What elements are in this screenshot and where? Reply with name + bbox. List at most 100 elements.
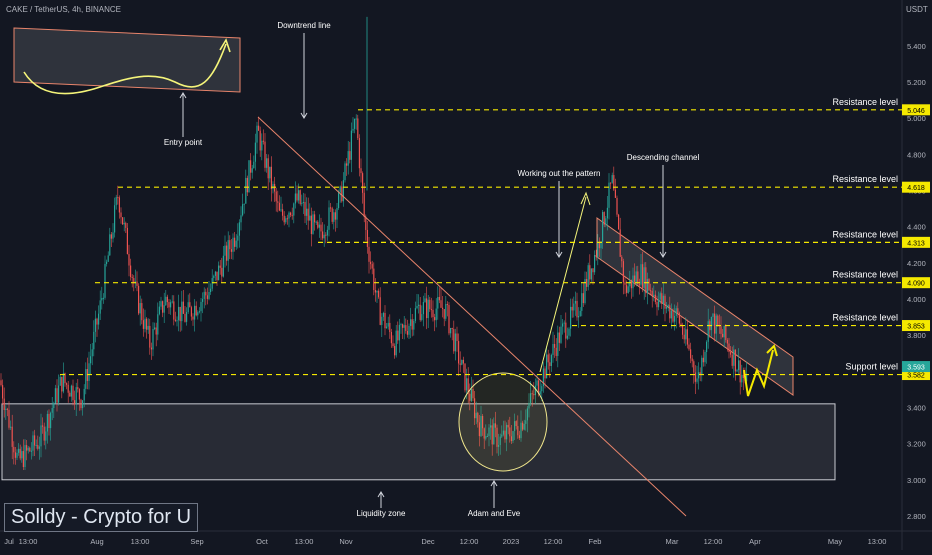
candle-body (552, 343, 554, 355)
x-tick-label: 12:00 (704, 537, 723, 546)
candle-body (566, 335, 568, 339)
candle-body (621, 256, 623, 262)
candle-body (264, 141, 266, 168)
candle-body (595, 255, 597, 257)
candle-body (698, 372, 700, 379)
candle-body (6, 408, 8, 410)
candle-body (411, 319, 413, 330)
candle-body (10, 426, 12, 428)
candle-body (230, 249, 232, 252)
x-tick-label: Aug (90, 537, 103, 546)
candle-body (293, 203, 295, 216)
candle-body (43, 426, 45, 441)
x-tick-label: May (828, 537, 842, 546)
candle-body (280, 209, 282, 211)
candle-body (397, 330, 399, 341)
candle-body (589, 265, 591, 280)
candle-body (378, 290, 380, 298)
candle-body (373, 268, 375, 291)
candle-body (347, 151, 349, 166)
candle-body (181, 301, 183, 322)
x-tick-label: Sep (190, 537, 203, 546)
candle-body (536, 380, 538, 386)
candle-body (58, 385, 60, 403)
candle-body (11, 426, 13, 447)
candle-body (288, 212, 290, 219)
candle-body (128, 254, 130, 266)
candle-body (683, 334, 685, 340)
candle-body (618, 214, 620, 230)
candle-body (696, 378, 698, 382)
candle-body (62, 373, 64, 392)
candle-body (733, 349, 735, 366)
candle-body (594, 255, 596, 273)
candle-body (370, 261, 372, 265)
candle-body (704, 352, 706, 363)
candle-body (154, 327, 156, 329)
x-tick-label: Dec (421, 537, 435, 546)
candle-body (246, 177, 248, 193)
candle-body (130, 265, 132, 278)
candle-body (165, 296, 167, 306)
candle-body (333, 212, 335, 222)
candle-body (573, 303, 575, 311)
candle-body (46, 413, 48, 432)
annotation-label: Liquidity zone (357, 509, 406, 518)
candle-body (366, 229, 368, 247)
candle-body (547, 354, 549, 363)
candle-body (360, 168, 362, 174)
x-tick-label: Apr (749, 537, 761, 546)
candle-body (443, 309, 445, 319)
candle-body (661, 293, 663, 304)
candle-body (45, 431, 47, 441)
entry-pattern-box (13, 27, 241, 93)
candle-body (445, 304, 447, 319)
candle-body (48, 413, 50, 429)
candle-body (736, 370, 738, 372)
candle-body (253, 161, 255, 169)
candle-body (16, 452, 18, 458)
candle-body (234, 237, 236, 247)
candle-body (619, 229, 621, 257)
candle-body (251, 168, 253, 173)
candle-body (408, 325, 410, 335)
candle-body (114, 205, 116, 233)
candle-body (38, 446, 40, 449)
candle-body (226, 245, 228, 261)
candle-body (195, 305, 197, 316)
x-tick-label: Mar (666, 537, 679, 546)
candle-body (262, 140, 264, 142)
candle-body (53, 403, 55, 409)
candle-body (605, 218, 607, 225)
candle-body (37, 445, 39, 449)
candle-body (261, 140, 263, 151)
candle-body (454, 333, 456, 352)
candle-body (250, 160, 252, 173)
candle-body (382, 313, 384, 317)
candle-body (82, 400, 84, 409)
candle-body (539, 391, 541, 395)
candle-body (426, 298, 428, 319)
candle-body (654, 294, 656, 302)
candle-body (131, 277, 133, 279)
candle-body (720, 326, 722, 334)
candle-body (453, 329, 455, 352)
candle-body (405, 325, 407, 331)
candle-body (400, 324, 402, 326)
candle-body (240, 215, 242, 223)
candle-body (659, 293, 661, 300)
candle-body (184, 313, 186, 322)
candle-body (342, 180, 344, 202)
x-tick-label: 12:00 (544, 537, 563, 546)
candle-body (670, 310, 672, 319)
candle-body (267, 158, 269, 179)
candle-body (206, 295, 208, 299)
candle-body (352, 128, 354, 131)
candle-body (402, 324, 404, 328)
candle-body (56, 388, 58, 403)
candle-body (54, 388, 56, 404)
candle-body (610, 182, 612, 184)
candle-body (275, 191, 277, 202)
candle-body (107, 255, 109, 262)
candle-body (229, 240, 231, 250)
